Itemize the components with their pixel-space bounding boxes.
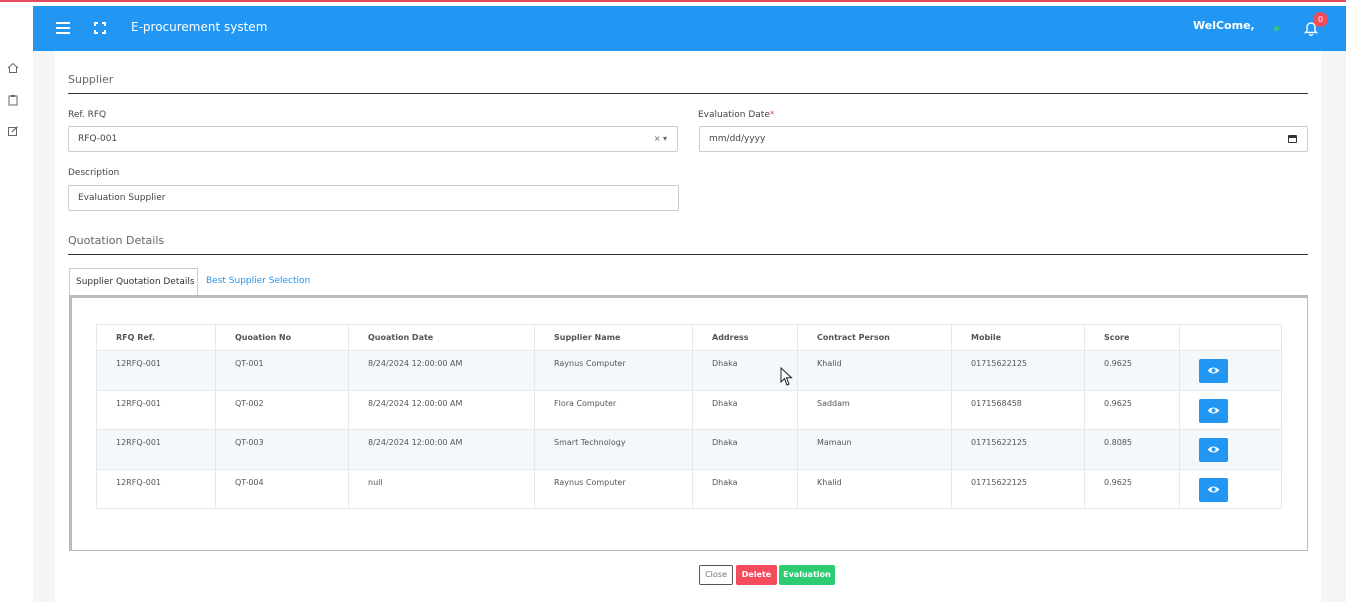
cell-quotation-no: QT-002	[215, 389, 349, 430]
column-header: Score	[1084, 324, 1180, 351]
cell-quotation-date: 8/24/2024 12:00:00 AM	[348, 389, 535, 430]
column-header: Supplier Name	[534, 324, 693, 351]
calendar-icon[interactable]	[1288, 135, 1297, 143]
cell-mobile: 01715622125	[951, 429, 1085, 470]
home-icon[interactable]	[6, 61, 20, 75]
notification-badge: 0	[1313, 12, 1328, 27]
evaluation-button[interactable]: Evaluation	[779, 565, 835, 585]
evaluation-date-input[interactable]: mm/dd/yyyy	[699, 126, 1308, 152]
cell-contract-person: Saddam	[797, 389, 952, 430]
tab-best-supplier-selection[interactable]: Best Supplier Selection	[206, 268, 310, 295]
cell-quotation-no: QT-004	[215, 468, 349, 509]
menu-icon[interactable]	[56, 22, 70, 34]
cell-mobile: 0171568458	[951, 389, 1085, 430]
cell-address: Dhaka	[692, 468, 798, 509]
cell-score: 0.9625	[1084, 389, 1180, 430]
column-header: Quoation No	[215, 324, 349, 351]
tab-supplier-quotation-details[interactable]: Supplier Quotation Details	[69, 268, 198, 295]
cell-contract-person: Mamaun	[797, 429, 952, 470]
cell-rfq-ref: 12RFQ-001	[96, 429, 216, 470]
cell-score: 0.9625	[1084, 468, 1180, 509]
cell-quotation-date: 8/24/2024 12:00:00 AM	[348, 350, 535, 391]
supplier-section-title: Supplier	[68, 73, 114, 86]
main-content: Supplier Ref. RFQ RFQ-001 × ▾ Evaluation…	[55, 51, 1321, 602]
cell-supplier-name: Flora Computer	[534, 389, 693, 430]
table-header-row: RFQ Ref. Quoation No Quoation Date Suppl…	[96, 324, 1282, 351]
quotation-section-title: Quotation Details	[68, 234, 165, 247]
column-header: Contract Person	[797, 324, 952, 351]
clipboard-icon[interactable]	[6, 93, 20, 107]
select-clear-chevron-icon[interactable]: × ▾	[654, 127, 667, 151]
eye-icon	[1207, 486, 1220, 492]
column-header: RFQ Ref.	[96, 324, 216, 351]
cell-mobile: 01715622125	[951, 350, 1085, 391]
online-status-dot	[1274, 26, 1279, 31]
cell-address: Dhaka	[692, 429, 798, 470]
table-row: 12RFQ-001 QT-002 8/24/2024 12:00:00 AM F…	[96, 389, 1282, 430]
description-label: Description	[68, 168, 120, 178]
view-button[interactable]	[1199, 477, 1228, 502]
cell-quotation-date: null	[348, 468, 535, 509]
ref-rfq-select[interactable]: RFQ-001 × ▾	[68, 126, 678, 152]
eye-icon	[1207, 367, 1220, 374]
right-gutter	[1321, 51, 1346, 602]
column-header: Address	[692, 324, 798, 351]
cell-supplier-name: Smart Technology	[534, 429, 693, 470]
cell-score: 0.8085	[1084, 429, 1180, 470]
evaluation-date-label: Evaluation Date*	[698, 110, 775, 120]
eye-icon	[1207, 407, 1220, 413]
welcome-text: WelCome,	[1193, 19, 1255, 32]
ref-rfq-label: Ref. RFQ	[68, 110, 107, 120]
delete-button[interactable]: Delete	[736, 565, 777, 585]
section-divider	[68, 254, 1308, 255]
table-row: 12RFQ-001 QT-004 null Raynus Computer Dh…	[96, 468, 1282, 509]
top-header: E-procurement system WelCome, 0	[33, 6, 1346, 51]
column-header: Quoation Date	[348, 324, 535, 351]
section-divider	[68, 93, 1308, 94]
fullscreen-icon[interactable]	[94, 22, 106, 34]
cell-supplier-name: Raynus Computer	[534, 350, 693, 391]
quotation-table: RFQ Ref. Quoation No Quoation Date Suppl…	[96, 324, 1282, 509]
left-sidebar	[0, 6, 33, 602]
cell-contract-person: Khalid	[797, 350, 952, 391]
view-button[interactable]	[1199, 438, 1228, 462]
cell-address: Dhaka	[692, 389, 798, 430]
cell-contract-person: Khalid	[797, 468, 952, 509]
cell-rfq-ref: 12RFQ-001	[96, 350, 216, 391]
column-header: Mobile	[951, 324, 1085, 351]
cell-score: 0.9625	[1084, 350, 1180, 391]
cell-mobile: 01715622125	[951, 468, 1085, 509]
view-button[interactable]	[1199, 398, 1228, 423]
cell-quotation-no: QT-003	[215, 429, 349, 470]
cell-rfq-ref: 12RFQ-001	[96, 468, 216, 509]
eye-icon	[1207, 446, 1220, 453]
app-title: E-procurement system	[131, 20, 268, 34]
cell-supplier-name: Raynus Computer	[534, 468, 693, 509]
cell-rfq-ref: 12RFQ-001	[96, 389, 216, 430]
table-row: 12RFQ-001 QT-001 8/24/2024 12:00:00 AM R…	[96, 350, 1282, 391]
cell-quotation-date: 8/24/2024 12:00:00 AM	[348, 429, 535, 470]
view-button[interactable]	[1199, 359, 1228, 383]
close-button[interactable]: Close	[699, 565, 733, 585]
quotation-panel: RFQ Ref. Quoation No Quoation Date Suppl…	[69, 295, 1308, 551]
description-input[interactable]: Evaluation Supplier	[68, 185, 679, 211]
column-header	[1179, 324, 1282, 351]
edit-icon[interactable]	[6, 124, 20, 138]
table-row: 12RFQ-001 QT-003 8/24/2024 12:00:00 AM S…	[96, 429, 1282, 470]
cell-quotation-no: QT-001	[215, 350, 349, 391]
mouse-cursor-icon	[780, 367, 793, 386]
